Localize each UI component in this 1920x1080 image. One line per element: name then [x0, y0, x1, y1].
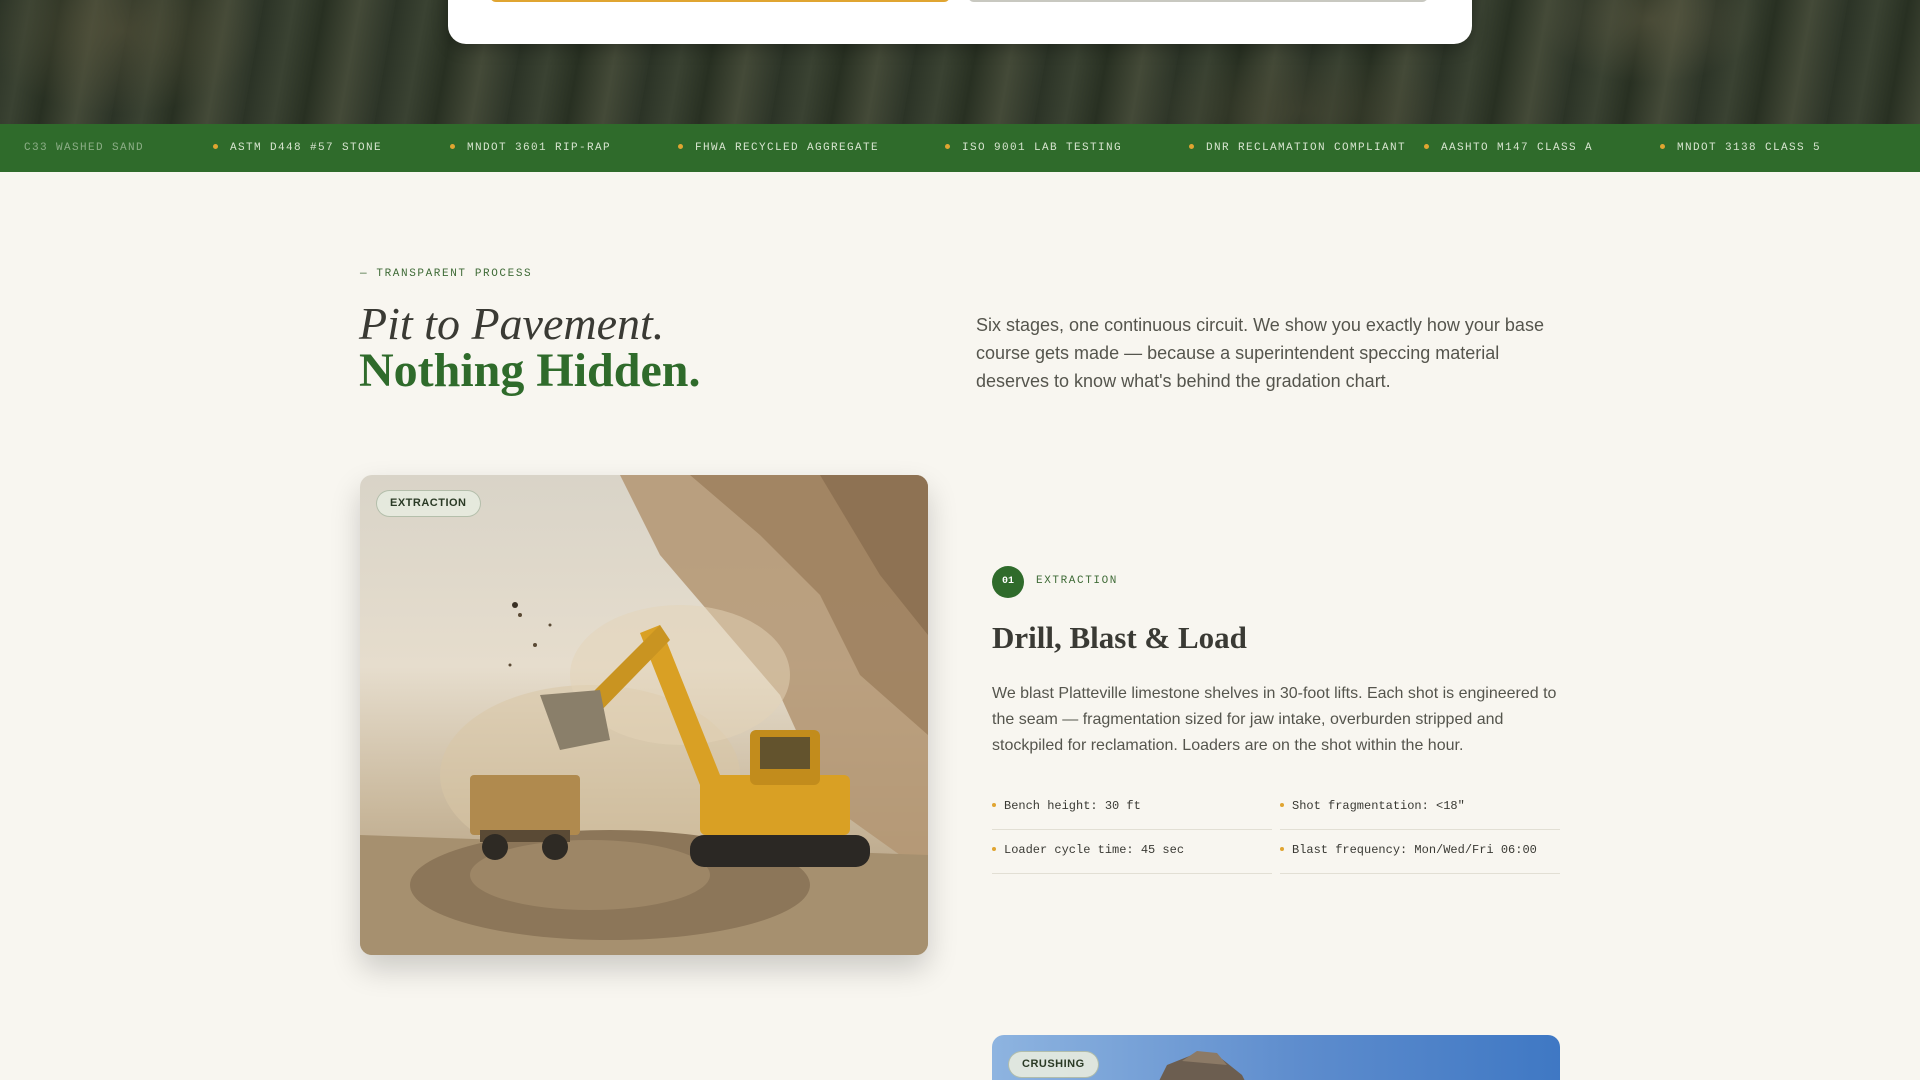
bullet-icon — [213, 143, 218, 149]
bullet-icon — [992, 846, 996, 851]
ticker-item: FHWA RECYCLED AGGREGATE — [678, 124, 879, 172]
section-intro-paragraph: Six stages, one continuous circuit. We s… — [976, 315, 1544, 391]
spec-item: Loader cycle time: 45 sec — [992, 830, 1272, 874]
spec-item: Shot fragmentation: <18" — [1280, 786, 1560, 830]
spec-item: Blast frequency: Mon/Wed/Fri 06:00 — [1280, 830, 1560, 874]
step-title: Drill, Blast & Load — [992, 620, 1247, 655]
extraction-badge: EXTRACTION — [376, 490, 481, 517]
extraction-photo: EXTRACTION — [360, 475, 928, 955]
bullet-icon — [1660, 143, 1665, 149]
step-label: EXTRACTION — [1036, 575, 1119, 587]
hero-primary-button[interactable] — [490, 0, 950, 2]
bullet-icon — [992, 802, 996, 807]
hero-background — [0, 0, 1920, 124]
ticker-item: AASHTO M147 CLASS A — [1424, 124, 1593, 172]
bullet-icon — [1280, 846, 1284, 851]
bullet-icon — [450, 143, 455, 149]
bullet-icon — [1189, 143, 1194, 149]
step-number-badge: 01 — [992, 566, 1024, 598]
section-headline-bold: Nothing Hidden. — [359, 344, 701, 397]
ticker-item: DNR RECLAMATION COMPLIANT — [1189, 124, 1406, 172]
hero-card — [448, 0, 1472, 44]
bullet-icon — [1280, 802, 1284, 807]
bullet-icon — [678, 143, 683, 149]
section-eyebrow: — TRANSPARENT PROCESS — [360, 268, 533, 280]
ticker-item: MNDOT 3138 CLASS 5 — [1660, 124, 1821, 172]
ticker-item: MNDOT 3601 RIP-RAP — [450, 124, 611, 172]
excavator-illustration — [360, 475, 928, 955]
ticker-item: ASTM D448 #57 STONE — [213, 124, 382, 172]
crushing-photo: CRUSHING — [992, 1035, 1560, 1080]
bullet-icon — [945, 143, 950, 149]
certification-ticker: C33 WASHED SAND ASTM D448 #57 STONE MNDO… — [0, 124, 1920, 172]
ticker-item: ISO 9001 LAB TESTING — [945, 124, 1122, 172]
crushing-badge: CRUSHING — [1008, 1051, 1099, 1078]
bullet-icon — [1424, 143, 1429, 149]
ticker-item: C33 WASHED SAND — [24, 142, 145, 154]
step-description: We blast Platteville limestone shelves i… — [992, 685, 1557, 754]
hero-secondary-button[interactable] — [968, 0, 1428, 2]
spec-item: Bench height: 30 ft — [992, 786, 1272, 830]
